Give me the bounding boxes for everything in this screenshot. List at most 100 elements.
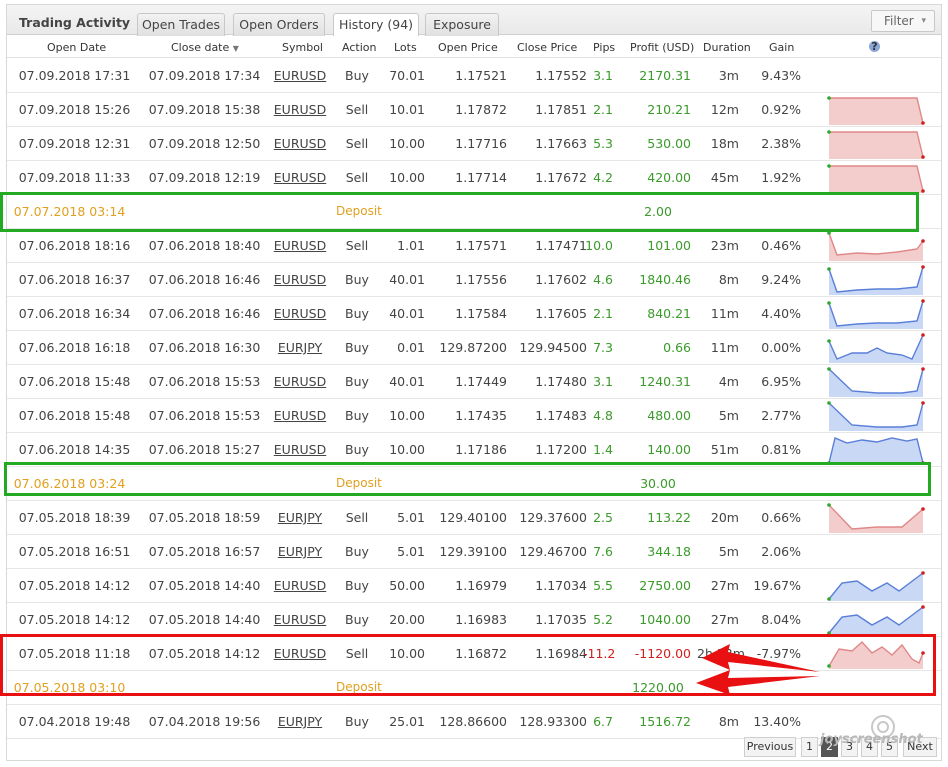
sparkline-area <box>829 233 923 261</box>
pips-cell: 5.5 <box>593 578 613 593</box>
gain-cell: 1.92% <box>761 170 801 185</box>
sparkline-start-dot <box>827 301 831 305</box>
trade-sparkline <box>827 367 925 397</box>
symbol-link[interactable]: EURUSD <box>273 93 327 126</box>
symbol-link[interactable]: EURUSD <box>273 59 327 92</box>
help-icon[interactable]: ? <box>869 41 880 52</box>
table-row: 07.06.2018 16:34 07.06.2018 16:46 EURUSD Bu… <box>7 297 941 331</box>
open-date-cell: 07.09.2018 11:33 <box>18 170 131 185</box>
lots-cell: 10.00 <box>389 408 425 423</box>
col-close-date[interactable]: Close date ▼ <box>171 41 239 54</box>
open-date-cell: 07.05.2018 14:12 <box>18 578 131 593</box>
duration-cell: 20m <box>710 510 739 525</box>
symbol-link[interactable]: EURUSD <box>273 399 327 432</box>
sparkline-start-dot <box>827 96 831 100</box>
col-lots[interactable]: Lots <box>394 41 417 54</box>
open-date-cell: 07.05.2018 16:51 <box>18 544 131 559</box>
gain-cell: 0.92% <box>761 102 801 117</box>
col-symbol[interactable]: Symbol <box>282 41 323 54</box>
pips-cell: 4.6 <box>593 272 613 287</box>
close-date-cell: 07.05.2018 14:40 <box>148 578 261 593</box>
symbol-link[interactable]: EURUSD <box>273 263 327 296</box>
trade-sparkline <box>827 401 925 431</box>
table-row: 07.09.2018 17:31 07.09.2018 17:34 EURUSD Bu… <box>7 59 941 93</box>
tab-history[interactable]: History (94) <box>333 13 419 37</box>
symbol-link[interactable]: EURUSD <box>273 229 327 262</box>
symbol-link[interactable]: EURUSD <box>273 365 327 398</box>
close-price-cell: 1.17552 <box>535 68 587 83</box>
close-price-cell: 1.17035 <box>535 612 587 627</box>
table-row: 07.05.2018 18:39 07.05.2018 18:59 EURJPY Se… <box>7 501 941 535</box>
pips-cell: 2.1 <box>593 306 613 321</box>
col-gain[interactable]: Gain <box>769 41 794 54</box>
lots-cell: 20.00 <box>389 612 425 627</box>
pips-cell: 4.2 <box>593 170 613 185</box>
lots-cell: 25.01 <box>389 714 425 729</box>
symbol-link[interactable]: EURUSD <box>273 569 327 602</box>
close-date-cell: 07.06.2018 16:46 <box>148 272 261 287</box>
action-cell: Buy <box>345 714 369 729</box>
tab-exposure[interactable]: Exposure <box>425 13 499 36</box>
col-profit[interactable]: Profit (USD) <box>630 41 694 54</box>
symbol-link[interactable]: EURUSD <box>273 161 327 194</box>
symbol-link[interactable]: EURUSD <box>273 127 327 160</box>
symbol-link[interactable]: EURUSD <box>273 297 327 330</box>
chevron-down-icon: ▾ <box>921 16 926 26</box>
close-price-cell: 129.46700 <box>519 544 587 559</box>
duration-cell: 8m <box>718 272 739 287</box>
tab-open-orders[interactable]: Open Orders <box>233 13 325 36</box>
close-date-cell: 07.05.2018 16:57 <box>148 544 261 559</box>
trade-sparkline <box>827 164 925 193</box>
table-header: Open Date Close date ▼ Symbol Action Lot… <box>7 36 941 58</box>
gain-cell: 0.66% <box>761 510 801 525</box>
trade-sparkline <box>827 299 925 329</box>
trade-sparkline <box>827 605 925 635</box>
page-1-button[interactable]: 1 <box>801 737 818 757</box>
sparkline-end-dot <box>921 605 925 609</box>
col-pips[interactable]: Pips <box>593 41 615 54</box>
trade-sparkline <box>827 333 925 363</box>
symbol-link[interactable]: EURJPY <box>273 535 327 568</box>
deposit-highlight-box-1 <box>0 192 919 232</box>
open-date-cell: 07.09.2018 15:26 <box>18 102 131 117</box>
profit-cell: 530.00 <box>647 136 691 151</box>
duration-cell: 27m <box>710 578 739 593</box>
trade-sparkline <box>827 437 925 465</box>
symbol-link[interactable]: EURJPY <box>273 501 327 534</box>
close-price-cell: 129.37600 <box>519 510 587 525</box>
col-open-price[interactable]: Open Price <box>438 41 498 54</box>
col-close-price[interactable]: Close Price <box>517 41 577 54</box>
open-date-cell: 07.06.2018 16:18 <box>18 340 131 355</box>
sparkline-end-dot <box>921 121 925 125</box>
close-price-cell: 1.17605 <box>535 306 587 321</box>
previous-page-button[interactable]: Previous <box>744 737 796 757</box>
action-cell: Sell <box>345 136 369 151</box>
filter-button[interactable]: Filter ▾ <box>871 10 935 32</box>
close-date-cell: 07.09.2018 12:50 <box>148 136 261 151</box>
table-row: 07.06.2018 18:16 07.06.2018 18:40 EURUSD Se… <box>7 229 941 263</box>
col-action[interactable]: Action <box>342 41 376 54</box>
tab-open-trades[interactable]: Open Trades <box>137 13 225 36</box>
close-price-cell: 1.17851 <box>535 102 587 117</box>
open-price-cell: 1.17449 <box>455 374 507 389</box>
lots-cell: 10.01 <box>389 102 425 117</box>
open-date-cell: 07.06.2018 16:37 <box>18 272 131 287</box>
col-duration[interactable]: Duration <box>703 41 751 54</box>
action-cell: Sell <box>345 238 369 253</box>
symbol-link[interactable]: EURJPY <box>273 705 327 738</box>
open-date-cell: 07.04.2018 19:48 <box>18 714 131 729</box>
gain-cell: 0.46% <box>761 238 801 253</box>
close-date-cell: 07.05.2018 14:40 <box>148 612 261 627</box>
symbol-link[interactable]: EURUSD <box>273 603 327 636</box>
sparkline-start-dot <box>827 339 831 343</box>
pips-cell: 5.2 <box>593 612 613 627</box>
lots-cell: 50.00 <box>389 578 425 593</box>
profit-cell: 840.21 <box>647 306 691 321</box>
sparkline-area <box>829 607 923 635</box>
symbol-link[interactable]: EURJPY <box>273 331 327 364</box>
duration-cell: 3m <box>718 68 739 83</box>
open-price-cell: 1.16979 <box>455 578 507 593</box>
lots-cell: 40.01 <box>389 306 425 321</box>
action-cell: Buy <box>345 408 369 423</box>
col-open-date[interactable]: Open Date <box>47 41 106 54</box>
